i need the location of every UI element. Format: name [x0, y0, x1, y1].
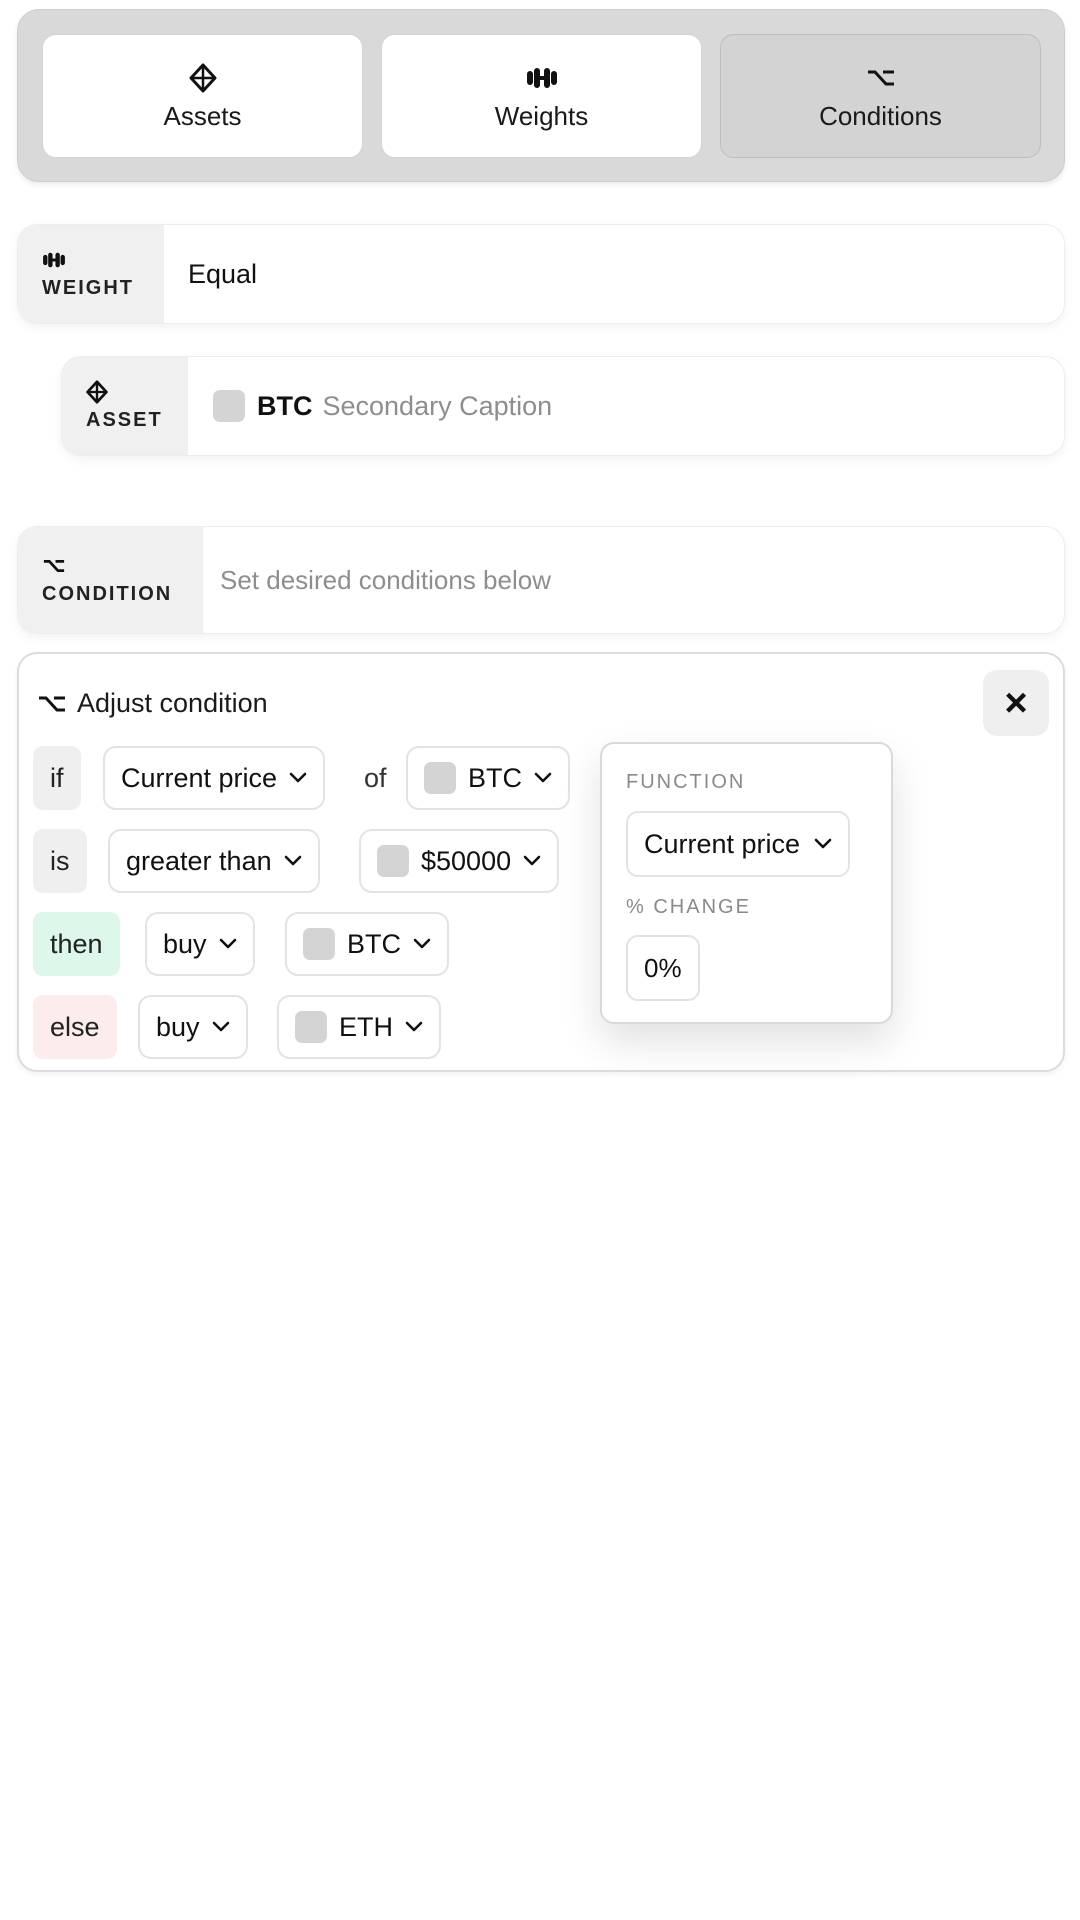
function-dropdown-value: Current price [121, 762, 278, 793]
weight-key-label: WEIGHT [42, 276, 134, 299]
percent-change-label: % CHANGE [626, 896, 751, 918]
chevron-down-icon [405, 1021, 423, 1033]
condition-key-label: CONDITION [42, 582, 173, 605]
chevron-down-icon [523, 855, 541, 867]
chevron-down-icon [219, 938, 237, 950]
else-action-value: buy [156, 1011, 200, 1042]
if-asset-swatch [424, 762, 456, 794]
else-asset-swatch [295, 1011, 327, 1043]
then-action-value: buy [163, 928, 207, 959]
asset-swatch [213, 390, 245, 422]
asset-row[interactable]: ASSET BTC Secondary Caption [61, 356, 1065, 456]
asset-caption: Secondary Caption [322, 390, 553, 421]
chevron-down-icon [413, 938, 431, 950]
close-icon: × [1004, 681, 1028, 725]
card-title: Adjust condition [37, 688, 268, 719]
keyword-then: then [33, 912, 120, 976]
tab-conditions[interactable]: Conditions [720, 34, 1041, 158]
function-dropdown[interactable]: Current price [103, 746, 326, 810]
if-asset-dropdown[interactable]: BTC [406, 746, 570, 810]
section-tabbar: Assets Weights Conditions [17, 9, 1065, 182]
close-button[interactable]: × [983, 670, 1049, 736]
comparator-value: greater than [126, 845, 272, 876]
diamond-icon [189, 61, 217, 95]
tab-weights-label: Weights [494, 100, 589, 131]
asset-key: ASSET [62, 357, 188, 455]
dumbbell-icon [42, 249, 164, 271]
tab-conditions-label: Conditions [819, 100, 942, 131]
then-action-dropdown[interactable]: buy [145, 912, 255, 976]
popover-function-value: Current price [644, 828, 801, 859]
adjust-condition-card: Adjust condition × if Current price of B… [17, 652, 1065, 1072]
tab-assets[interactable]: Assets [42, 34, 363, 158]
condition-placeholder: Set desired conditions below [220, 564, 551, 595]
condition-row[interactable]: CONDITION Set desired conditions below [17, 526, 1065, 634]
threshold-value: $50000 [421, 845, 512, 876]
threshold-swatch [377, 845, 409, 877]
threshold-dropdown[interactable]: $50000 [359, 829, 560, 893]
asset-value: BTC Secondary Caption [213, 357, 552, 455]
percent-change-input[interactable]: 0% [626, 935, 700, 1001]
dumbbell-icon [526, 61, 558, 95]
condition-key: CONDITION [18, 527, 203, 633]
popover-function-dropdown[interactable]: Current price [626, 811, 851, 877]
weight-row[interactable]: WEIGHT Equal [17, 224, 1065, 324]
chevron-down-icon [289, 772, 307, 784]
branch-icon [866, 61, 896, 95]
then-asset-swatch [303, 928, 335, 960]
card-title-text: Adjust condition [77, 688, 268, 718]
asset-symbol: BTC [257, 390, 313, 421]
keyword-else: else [33, 995, 117, 1059]
diamond-icon [86, 379, 188, 404]
then-asset-value: BTC [347, 928, 401, 959]
weight-key: WEIGHT [18, 225, 164, 323]
else-action-dropdown[interactable]: buy [138, 995, 248, 1059]
then-asset-dropdown[interactable]: BTC [285, 912, 449, 976]
branch-icon [37, 695, 67, 713]
keyword-of: of [364, 762, 387, 793]
else-asset-value: ETH [339, 1011, 393, 1042]
tab-assets-label: Assets [163, 100, 242, 131]
branch-icon [42, 555, 203, 577]
keyword-is: is [33, 829, 87, 893]
chevron-down-icon [212, 1021, 230, 1033]
keyword-if: if [33, 746, 81, 810]
function-label: FUNCTION [626, 771, 746, 793]
weight-value: Equal [188, 258, 258, 289]
chevron-down-icon [284, 855, 302, 867]
chevron-down-icon [534, 772, 552, 784]
comparator-dropdown[interactable]: greater than [108, 829, 320, 893]
if-asset-value: BTC [468, 762, 522, 793]
else-asset-dropdown[interactable]: ETH [277, 995, 441, 1059]
asset-key-label: ASSET [86, 408, 163, 431]
page: Assets Weights Conditions WEIGHT Equal A… [0, 0, 1080, 1920]
tab-weights[interactable]: Weights [381, 34, 702, 158]
chevron-down-icon [814, 838, 832, 850]
function-popover: FUNCTION Current price % CHANGE 0% [600, 742, 893, 1024]
